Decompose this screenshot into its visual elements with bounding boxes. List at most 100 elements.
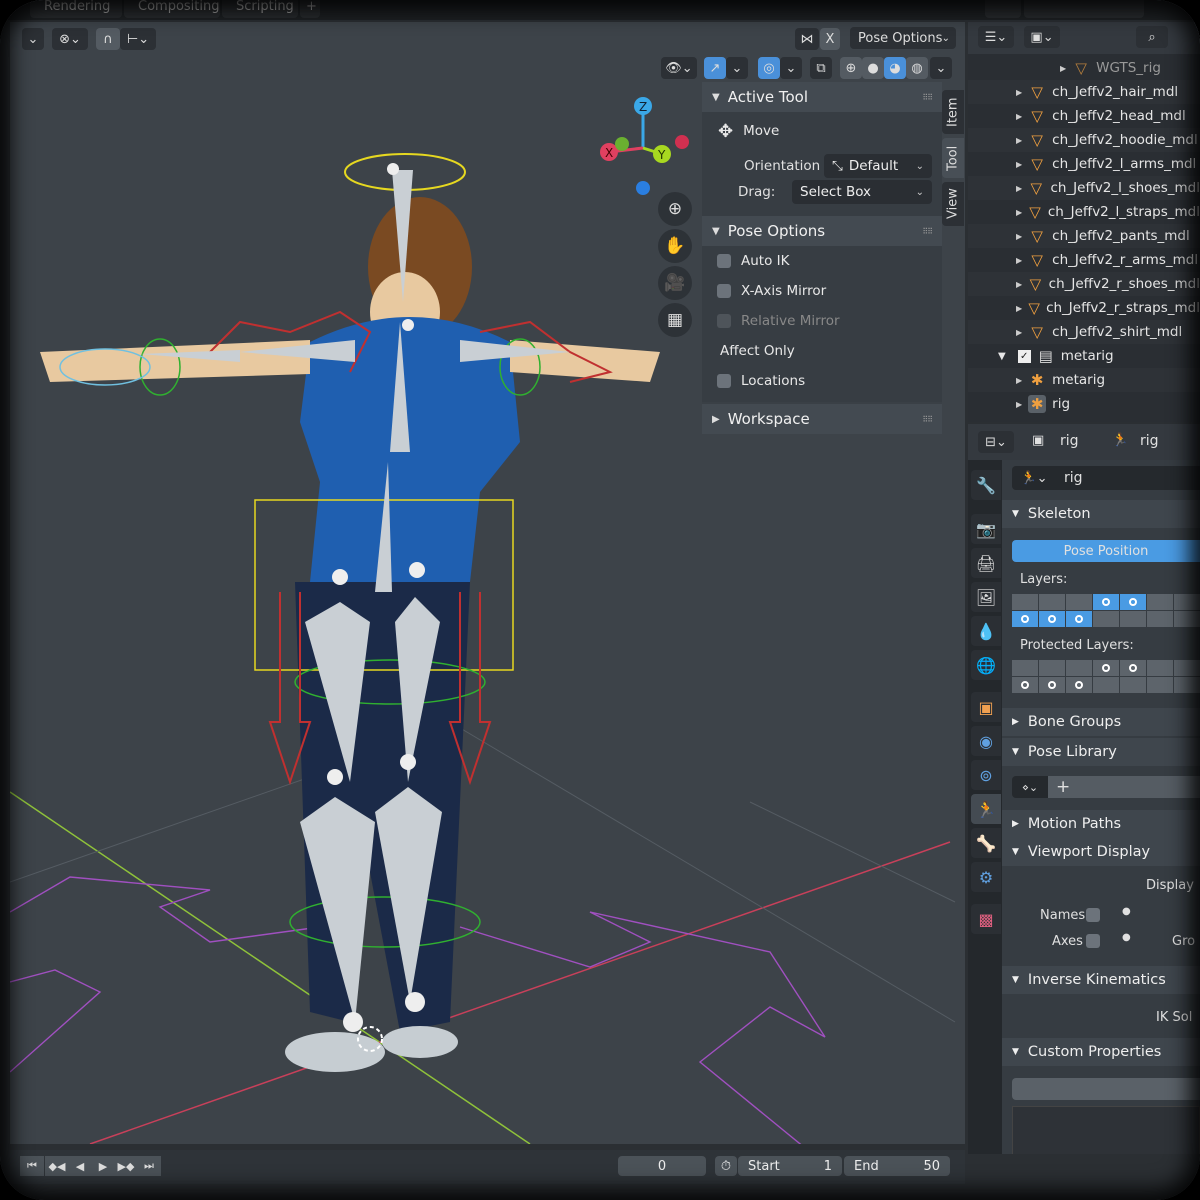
expand-arrow-icon[interactable]: ▶ <box>1016 328 1022 337</box>
view-layer-tab-icon[interactable]: 🖼 <box>971 582 1001 612</box>
layer-toggle[interactable] <box>1066 611 1092 627</box>
tab-tool[interactable]: Tool <box>942 138 964 178</box>
layer-toggle[interactable] <box>1012 611 1038 627</box>
xray-toggle-icon[interactable]: ⧉ <box>810 57 832 79</box>
expand-arrow-icon[interactable]: ▶ <box>1016 304 1022 313</box>
active-tool-header[interactable]: ▼ Active Tool ⠿⠿ <box>702 82 942 112</box>
outliner-item[interactable]: ▼ ✓ ▤ metarig <box>968 344 1200 368</box>
outliner-item[interactable]: ▶ ▽ ch_Jeffv2_l_straps_mdl <box>968 200 1200 224</box>
display-mode-icon[interactable]: ☰⌄ <box>978 26 1014 48</box>
editor-type-icon[interactable]: ⊟⌄ <box>978 431 1014 453</box>
tab-rendering[interactable]: Rendering <box>30 0 122 18</box>
motion-paths-header[interactable]: ▶ Motion Paths <box>1002 810 1200 838</box>
x-axis-mirror-option[interactable]: X-Axis Mirror <box>702 276 942 306</box>
pose-library-action-icon[interactable]: ⋄⌄ <box>1012 776 1048 798</box>
mirror-icon[interactable]: ⋈ <box>795 28 819 50</box>
layer-toggle[interactable] <box>1039 611 1065 627</box>
outliner-item[interactable]: ▶ ▽ ch_Jeffv2_r_straps_mdl <box>968 296 1200 320</box>
bone-tab-icon[interactable]: 🦴 <box>971 828 1001 858</box>
layer-toggle[interactable] <box>1147 611 1173 627</box>
expand-arrow-icon[interactable]: ▶ <box>1060 64 1066 73</box>
expand-arrow-icon[interactable]: ▶ <box>1016 400 1022 409</box>
expand-arrow-icon[interactable]: ▶ <box>1016 160 1022 169</box>
auto-ik-checkbox[interactable] <box>717 254 731 268</box>
outliner-item[interactable]: ▶ ✱ metarig <box>968 368 1200 392</box>
render-tab-icon[interactable]: 📷 <box>971 514 1001 544</box>
viewport-display-header[interactable]: ▼ Viewport Display <box>1002 838 1200 866</box>
layer-toggle[interactable] <box>1147 660 1173 676</box>
outliner-item[interactable]: ▶ ▽ ch_Jeffv2_hair_mdl <box>968 80 1200 104</box>
bone-constraints-tab-icon[interactable]: ⚙ <box>971 862 1001 892</box>
drag-grip-icon[interactable]: ⠿⠿ <box>922 415 933 424</box>
layer-toggle[interactable] <box>1174 611 1200 627</box>
bone-layers-grid[interactable] <box>1012 594 1200 627</box>
outliner-item[interactable]: ▶ ▽ ch_Jeffv2_l_shoes_mdl <box>968 176 1200 200</box>
expand-arrow-icon[interactable]: ▶ <box>1016 376 1022 385</box>
outliner-item[interactable]: ▶ ▽ ch_Jeffv2_hoodie_mdl <box>968 128 1200 152</box>
tab-compositing[interactable]: Compositing <box>124 0 220 18</box>
solid-shading-icon[interactable]: ● <box>862 57 884 79</box>
show-overlays-icon[interactable]: ◎ <box>758 57 780 79</box>
drag-grip-icon[interactable]: ⠿⠿ <box>922 93 933 102</box>
navigation-gizmo[interactable]: Z X Y <box>595 90 705 200</box>
start-frame-field[interactable]: Start 1 <box>738 1156 842 1176</box>
outliner-item[interactable]: ▶ ▽ WGTS_rig <box>968 56 1200 80</box>
prev-keyframe-icon[interactable]: ◆◀ <box>45 1156 69 1176</box>
workspace-header[interactable]: ▶ Workspace ⠿⠿ <box>702 404 942 434</box>
world-tab-icon[interactable]: 🌐 <box>971 650 1001 680</box>
expand-arrow-icon[interactable]: ▶ <box>1016 232 1022 241</box>
material-preview-icon[interactable]: ◕ <box>884 57 906 79</box>
layer-toggle[interactable] <box>1012 594 1038 610</box>
x-axis-mirror-checkbox[interactable] <box>717 284 731 298</box>
stopwatch-icon[interactable]: ⏱ <box>715 1156 737 1176</box>
breadcrumb-object[interactable]: rig <box>1060 433 1079 449</box>
breadcrumb-armature[interactable]: rig <box>1140 433 1159 449</box>
scene-tab-icon[interactable]: 💧 <box>971 616 1001 646</box>
play-reverse-icon[interactable]: ◀ <box>68 1156 92 1176</box>
layer-toggle[interactable] <box>1120 611 1146 627</box>
ortho-grid-icon[interactable]: ▦ <box>658 303 692 337</box>
outliner-item[interactable]: ▶ ▽ ch_Jeffv2_head_mdl <box>968 104 1200 128</box>
overlays-dropdown[interactable]: ⌄ <box>780 57 802 79</box>
layer-toggle[interactable] <box>1093 594 1119 610</box>
locations-option[interactable]: Locations <box>702 366 942 396</box>
shading-dropdown[interactable]: ⌄ <box>930 57 952 79</box>
keyframe-dot-icon[interactable]: ● <box>1122 906 1131 917</box>
layer-toggle[interactable] <box>1039 660 1065 676</box>
pose-options-dropdown[interactable]: Pose Options ⌄ <box>850 27 956 49</box>
custom-properties-header[interactable]: ▼ Custom Properties <box>1002 1038 1200 1066</box>
layer-toggle[interactable] <box>1147 677 1173 693</box>
rendered-shading-icon[interactable]: ◍ <box>906 57 928 79</box>
scene-selector[interactable] <box>1024 0 1144 18</box>
zoom-icon[interactable]: ⊕ <box>658 192 692 226</box>
jump-end-icon[interactable]: ⏭ <box>137 1156 161 1176</box>
tab-view[interactable]: View <box>942 182 964 226</box>
protected-layers-grid[interactable] <box>1012 660 1200 693</box>
layer-toggle[interactable] <box>1147 594 1173 610</box>
inverse-kinematics-header[interactable]: ▼ Inverse Kinematics <box>1002 966 1200 994</box>
armature-data-tab-icon[interactable]: 🏃 <box>971 794 1001 824</box>
axes-checkbox[interactable] <box>1086 934 1100 948</box>
end-frame-field[interactable]: End 50 <box>844 1156 950 1176</box>
output-tab-icon[interactable]: 🖨 <box>971 548 1001 578</box>
keyframe-dot-icon[interactable]: ● <box>1122 932 1131 943</box>
expand-triangle-icon[interactable]: ▼ <box>998 351 1006 362</box>
pan-hand-icon[interactable]: ✋ <box>658 229 692 263</box>
drag-grip-icon[interactable]: ⠿⠿ <box>922 227 933 236</box>
tab-item[interactable]: Item <box>942 90 964 134</box>
expand-arrow-icon[interactable]: ▶ <box>1016 184 1022 193</box>
drag-dropdown[interactable]: Select Box ⌄ <box>792 180 932 204</box>
layer-toggle[interactable] <box>1120 660 1146 676</box>
pivot-point-icon[interactable]: ⊗⌄ <box>52 28 88 50</box>
tool-tab-icon[interactable]: 🔧 <box>971 470 1001 500</box>
layer-toggle[interactable] <box>1120 677 1146 693</box>
layer-toggle[interactable] <box>1066 660 1092 676</box>
layer-toggle[interactable] <box>1093 660 1119 676</box>
layer-toggle[interactable] <box>1093 611 1119 627</box>
layer-toggle[interactable] <box>1012 677 1038 693</box>
3d-viewport[interactable]: ⌄ ⊗⌄ ∩ ⊢⌄ ⋈ X Pose Options ⌄ 👁⌄ ↗ ⌄ ◎ ⌄ … <box>10 22 965 1144</box>
outliner-item[interactable]: ▶ ▽ ch_Jeffv2_r_shoes_mdl <box>968 272 1200 296</box>
locations-checkbox[interactable] <box>717 374 731 388</box>
pose-position-button[interactable]: Pose Position <box>1012 540 1200 562</box>
collection-checkbox[interactable]: ✓ <box>1017 349 1031 363</box>
